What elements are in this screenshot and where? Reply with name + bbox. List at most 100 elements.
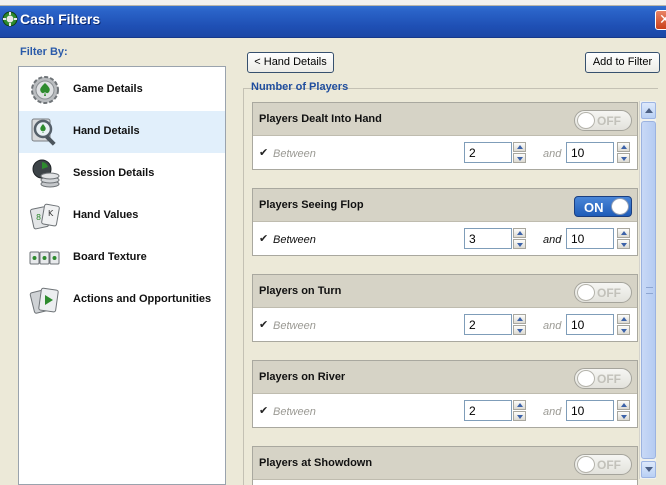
toggle-switch[interactable]: ON bbox=[574, 196, 632, 217]
max-players-input[interactable]: 10 bbox=[566, 400, 614, 421]
svg-text:K: K bbox=[48, 209, 54, 218]
toggle-knob bbox=[577, 284, 595, 301]
sidebar-item-label: Hand Values bbox=[73, 209, 139, 221]
scroll-up-icon[interactable] bbox=[641, 102, 656, 119]
sidebar-item-board-texture[interactable]: Board Texture bbox=[19, 237, 225, 279]
toggle-label: OFF bbox=[597, 458, 621, 472]
sidebar-item-label: Session Details bbox=[73, 167, 155, 179]
min-players-stepper[interactable] bbox=[513, 314, 526, 335]
toggle-label: ON bbox=[584, 200, 604, 215]
toggle-knob bbox=[577, 456, 595, 473]
spin-down-icon[interactable] bbox=[513, 153, 526, 163]
group-header: Players on River OFF bbox=[253, 361, 637, 394]
toggle-switch[interactable]: OFF bbox=[574, 454, 632, 475]
spin-down-icon[interactable] bbox=[617, 239, 630, 249]
spin-up-icon[interactable] bbox=[513, 142, 526, 152]
min-players-stepper[interactable] bbox=[513, 228, 526, 249]
sidebar-item-hand-details[interactable]: Hand Details bbox=[19, 111, 225, 153]
check-icon: ✔ bbox=[259, 147, 269, 159]
max-players-stepper[interactable] bbox=[617, 314, 630, 335]
sidebar-item-label: Actions and Opportunities bbox=[73, 293, 212, 305]
close-button[interactable]: ✕ bbox=[655, 10, 666, 30]
spin-up-icon[interactable] bbox=[617, 228, 630, 238]
toggle-knob bbox=[577, 112, 595, 129]
cards-icon: 8 K bbox=[29, 203, 60, 230]
scroll-thumb[interactable] bbox=[641, 121, 656, 459]
group-title: Players on Turn bbox=[259, 285, 342, 297]
check-icon: ✔ bbox=[259, 405, 269, 417]
sidebar-item-label: Board Texture bbox=[73, 251, 147, 263]
filter-group-players-on-river: Players on River OFF ✔ Between 2 and 10 bbox=[252, 360, 638, 428]
and-label: and bbox=[543, 148, 562, 160]
group-title: Players Seeing Flop bbox=[259, 199, 364, 211]
min-players-input[interactable]: 2 bbox=[464, 142, 512, 163]
section-title: Number of Players bbox=[251, 81, 349, 93]
toggle-knob bbox=[577, 370, 595, 387]
and-label: and bbox=[543, 406, 562, 418]
spin-up-icon[interactable] bbox=[513, 314, 526, 324]
min-players-input[interactable]: 2 bbox=[464, 314, 512, 335]
spin-down-icon[interactable] bbox=[617, 153, 630, 163]
group-title: Players Dealt Into Hand bbox=[259, 113, 382, 125]
sidebar-item-label: Game Details bbox=[73, 83, 143, 95]
min-players-stepper[interactable] bbox=[513, 400, 526, 421]
filter-group-players-seeing-flop: Players Seeing Flop ON ✔ Between 3 and 1… bbox=[252, 188, 638, 256]
play-cards-icon bbox=[29, 287, 59, 314]
between-label: Between bbox=[273, 234, 316, 246]
and-label: and bbox=[543, 320, 562, 332]
toggle-label: OFF bbox=[597, 114, 621, 128]
toggle-knob bbox=[611, 198, 629, 215]
min-players-input[interactable]: 2 bbox=[464, 400, 512, 421]
sidebar-item-session-details[interactable]: Session Details bbox=[19, 153, 225, 195]
poker-chip-icon bbox=[2, 11, 18, 27]
group-title: Players on River bbox=[259, 371, 346, 383]
toggle-switch[interactable]: OFF bbox=[574, 368, 632, 389]
max-players-stepper[interactable] bbox=[617, 400, 630, 421]
spin-down-icon[interactable] bbox=[513, 411, 526, 421]
sidebar-item-actions-and-opportunities[interactable]: Actions and Opportunities bbox=[19, 279, 225, 321]
filter-group-players-on-turn: Players on Turn OFF ✔ Between 2 and 10 bbox=[252, 274, 638, 342]
check-icon: ✔ bbox=[259, 233, 269, 245]
back-to-hand-details-button[interactable]: < Hand Details bbox=[247, 52, 334, 73]
spin-up-icon[interactable] bbox=[513, 400, 526, 410]
vertical-scrollbar[interactable] bbox=[639, 101, 656, 479]
spin-up-icon[interactable] bbox=[617, 142, 630, 152]
title-bar: Cash Filters ✕ bbox=[0, 0, 666, 38]
toggle-label: OFF bbox=[597, 372, 621, 386]
max-players-input[interactable]: 10 bbox=[566, 142, 614, 163]
and-label: and bbox=[543, 234, 562, 246]
magnifier-icon bbox=[31, 118, 56, 146]
filter-by-label: Filter By: bbox=[20, 46, 68, 58]
min-players-input[interactable]: 3 bbox=[464, 228, 512, 249]
between-label: Between bbox=[273, 148, 316, 160]
scroll-down-icon[interactable] bbox=[641, 461, 656, 478]
spin-up-icon[interactable] bbox=[617, 400, 630, 410]
toggle-label: OFF bbox=[597, 286, 621, 300]
spin-down-icon[interactable] bbox=[617, 325, 630, 335]
add-to-filter-button[interactable]: Add to Filter bbox=[585, 52, 660, 73]
max-players-stepper[interactable] bbox=[617, 142, 630, 163]
spin-down-icon[interactable] bbox=[617, 411, 630, 421]
window-title: Cash Filters bbox=[20, 11, 101, 27]
group-header: Players on Turn OFF bbox=[253, 275, 637, 308]
spin-up-icon[interactable] bbox=[513, 228, 526, 238]
board-cards-icon bbox=[29, 251, 60, 265]
max-players-input[interactable]: 10 bbox=[566, 228, 614, 249]
min-players-stepper[interactable] bbox=[513, 142, 526, 163]
max-players-input[interactable]: 10 bbox=[566, 314, 614, 335]
spin-up-icon[interactable] bbox=[617, 314, 630, 324]
spin-down-icon[interactable] bbox=[513, 325, 526, 335]
spin-down-icon[interactable] bbox=[513, 239, 526, 249]
title-top-strip bbox=[0, 0, 666, 6]
max-players-stepper[interactable] bbox=[617, 228, 630, 249]
between-label: Between bbox=[273, 406, 316, 418]
group-header: Players at Showdown OFF bbox=[253, 447, 637, 480]
check-icon: ✔ bbox=[259, 319, 269, 331]
sidebar-item-hand-values[interactable]: 8 K Hand Values bbox=[19, 195, 225, 237]
group-header: Players Dealt Into Hand OFF bbox=[253, 103, 637, 136]
sidebar-item-game-details[interactable]: Game Details bbox=[19, 69, 225, 111]
grip-icon bbox=[646, 287, 653, 294]
toggle-switch[interactable]: OFF bbox=[574, 282, 632, 303]
between-label: Between bbox=[273, 320, 316, 332]
toggle-switch[interactable]: OFF bbox=[574, 110, 632, 131]
